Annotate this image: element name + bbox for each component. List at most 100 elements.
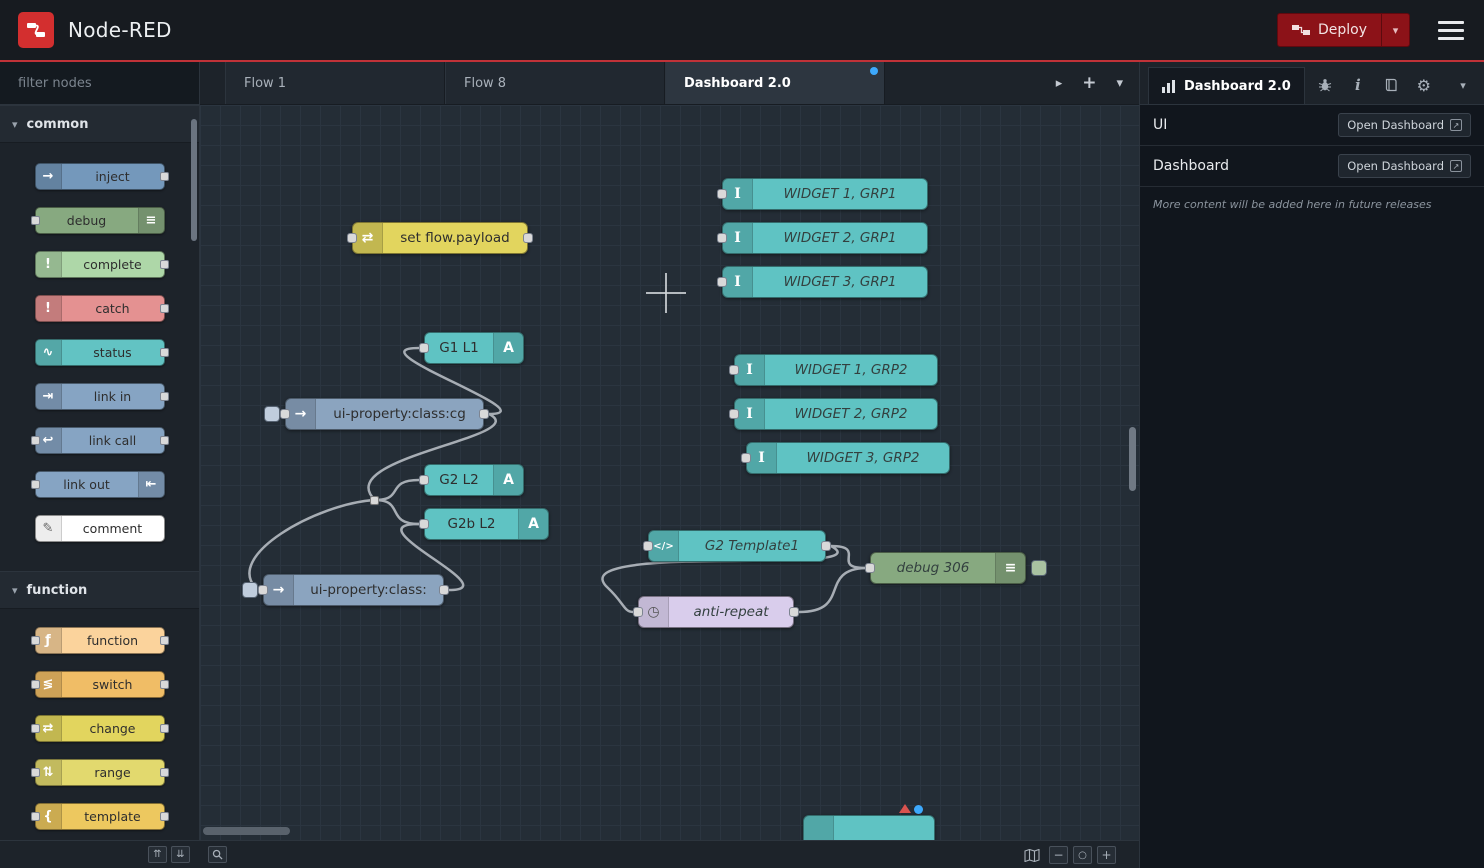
port-in[interactable]	[31, 216, 40, 225]
port-out[interactable]	[160, 812, 169, 821]
port-out[interactable]	[789, 607, 799, 617]
debug-messages-icon[interactable]	[1312, 72, 1338, 98]
port-out[interactable]	[160, 636, 169, 645]
port-out[interactable]	[160, 436, 169, 445]
port-in[interactable]	[31, 812, 40, 821]
flow-node-anti-repeat[interactable]: ◷ anti-repeat	[638, 596, 794, 628]
flow-node-widget-2-grp1[interactable]: I WIDGET 2, GRP1	[722, 222, 928, 254]
wire-junction[interactable]	[370, 496, 379, 505]
port-out[interactable]	[439, 585, 449, 595]
sidebar-menu-caret-icon[interactable]: ▾	[1450, 72, 1476, 98]
port-out[interactable]	[821, 541, 831, 551]
flow-node-debug-306[interactable]: debug 306 ≡	[870, 552, 1026, 584]
palette-node-function[interactable]: ƒ function	[35, 627, 165, 654]
flow-node-g2-template1[interactable]: </> G2 Template1	[648, 530, 826, 562]
port-out[interactable]	[160, 724, 169, 733]
open-dashboard-button[interactable]: Open Dashboard ↗	[1338, 154, 1471, 178]
help-book-icon[interactable]	[1378, 72, 1404, 98]
navigator-map-icon[interactable]	[1024, 849, 1040, 862]
palette-node-catch[interactable]: ! catch	[35, 295, 165, 322]
palette-scrollbar[interactable]	[191, 119, 197, 241]
port-in[interactable]	[717, 277, 727, 287]
tab-list-menu-icon[interactable]: ▾	[1116, 76, 1123, 91]
main-menu-button[interactable]	[1436, 17, 1466, 44]
port-in[interactable]	[31, 480, 40, 489]
palette-category-function[interactable]: ▾ function	[0, 571, 199, 609]
port-in[interactable]	[741, 453, 751, 463]
port-out[interactable]	[160, 680, 169, 689]
port-out[interactable]	[160, 392, 169, 401]
canvas-horizontal-scrollbar[interactable]	[203, 827, 290, 835]
palette-category-common[interactable]: ▾ common	[0, 105, 199, 143]
search-flows-button[interactable]	[208, 846, 227, 863]
palette-node-complete[interactable]: ! complete	[35, 251, 165, 278]
add-flow-button[interactable]: +	[1082, 73, 1096, 93]
debug-toggle-button[interactable]	[1031, 560, 1047, 576]
port-in[interactable]	[31, 724, 40, 733]
flow-node-partial[interactable]	[803, 815, 935, 840]
inject-button[interactable]	[264, 406, 280, 422]
flow-node-g1-l1[interactable]: G1 L1 A	[424, 332, 524, 364]
palette-node-inject[interactable]: → inject	[35, 163, 165, 190]
port-in[interactable]	[31, 768, 40, 777]
deploy-options-caret[interactable]: ▾	[1381, 14, 1409, 46]
wire[interactable]	[799, 568, 865, 612]
port-in[interactable]	[717, 189, 727, 199]
inject-button[interactable]	[242, 582, 258, 598]
port-out[interactable]	[160, 260, 169, 269]
palette-node-debug[interactable]: debug ≡	[35, 207, 165, 234]
flow-node-widget-2-grp2[interactable]: I WIDGET 2, GRP2	[734, 398, 938, 430]
flow-node-g2-l2[interactable]: G2 L2 A	[424, 464, 524, 496]
palette-node-template[interactable]: { template	[35, 803, 165, 830]
palette-node-link-in[interactable]: ⇥ link in	[35, 383, 165, 410]
palette-node-status[interactable]: ∿ status	[35, 339, 165, 366]
wire[interactable]	[375, 480, 419, 500]
flow-node-change[interactable]: ⇄ set flow.payload	[352, 222, 528, 254]
flow-node-widget-3-grp1[interactable]: I WIDGET 3, GRP1	[722, 266, 928, 298]
sidebar-tab-dashboard[interactable]: Dashboard 2.0	[1148, 67, 1305, 104]
canvas-vertical-scrollbar[interactable]	[1129, 427, 1136, 491]
port-in[interactable]	[729, 409, 739, 419]
wire[interactable]	[375, 500, 419, 524]
tab-scroll-right-icon[interactable]: ▸	[1056, 76, 1063, 91]
flow-node-ui-property-cg[interactable]: → ui-property:class:cg	[285, 398, 484, 430]
info-icon[interactable]: i	[1345, 72, 1371, 98]
flow-canvas[interactable]: ⇄ set flow.payload I WIDGET 1, GRP1 I WI…	[200, 105, 1139, 840]
port-in[interactable]	[865, 563, 875, 573]
deploy-main[interactable]: Deploy	[1278, 14, 1381, 46]
tab-flow-1[interactable]: Flow 1	[225, 62, 445, 104]
port-out[interactable]	[523, 233, 533, 243]
palette-filter-input[interactable]	[16, 75, 190, 92]
zoom-out-button[interactable]: −	[1049, 846, 1068, 864]
port-out[interactable]	[160, 348, 169, 357]
port-in[interactable]	[258, 585, 268, 595]
flow-node-g2b-l2[interactable]: G2b L2 A	[424, 508, 549, 540]
port-in[interactable]	[717, 233, 727, 243]
palette-node-change[interactable]: ⇄ change	[35, 715, 165, 742]
palette-node-link-out[interactable]: link out ⇤	[35, 471, 165, 498]
port-in[interactable]	[419, 343, 429, 353]
palette-node-link-call[interactable]: ↩ link call	[35, 427, 165, 454]
port-in[interactable]	[419, 519, 429, 529]
port-in[interactable]	[633, 607, 643, 617]
open-dashboard-button[interactable]: Open Dashboard ↗	[1338, 113, 1471, 137]
flow-node-widget-3-grp2[interactable]: I WIDGET 3, GRP2	[746, 442, 950, 474]
port-in[interactable]	[643, 541, 653, 551]
palette-expand-all-icon[interactable]: ⇊	[171, 846, 190, 863]
port-out[interactable]	[160, 172, 169, 181]
deploy-button[interactable]: Deploy ▾	[1277, 13, 1410, 47]
palette-collapse-all-icon[interactable]: ⇈	[148, 846, 167, 863]
zoom-in-button[interactable]: +	[1097, 846, 1116, 864]
flow-node-widget-1-grp1[interactable]: I WIDGET 1, GRP1	[722, 178, 928, 210]
palette-node-comment[interactable]: ✎ comment	[35, 515, 165, 542]
port-in[interactable]	[31, 436, 40, 445]
port-in[interactable]	[280, 409, 290, 419]
flow-node-ui-property-2[interactable]: → ui-property:class:	[263, 574, 444, 606]
zoom-reset-button[interactable]: ○	[1073, 846, 1092, 864]
flow-node-widget-1-grp2[interactable]: I WIDGET 1, GRP2	[734, 354, 938, 386]
palette-node-range[interactable]: ⇅ range	[35, 759, 165, 786]
palette-node-switch[interactable]: ≶ switch	[35, 671, 165, 698]
port-in[interactable]	[729, 365, 739, 375]
port-out[interactable]	[160, 768, 169, 777]
port-out[interactable]	[160, 304, 169, 313]
